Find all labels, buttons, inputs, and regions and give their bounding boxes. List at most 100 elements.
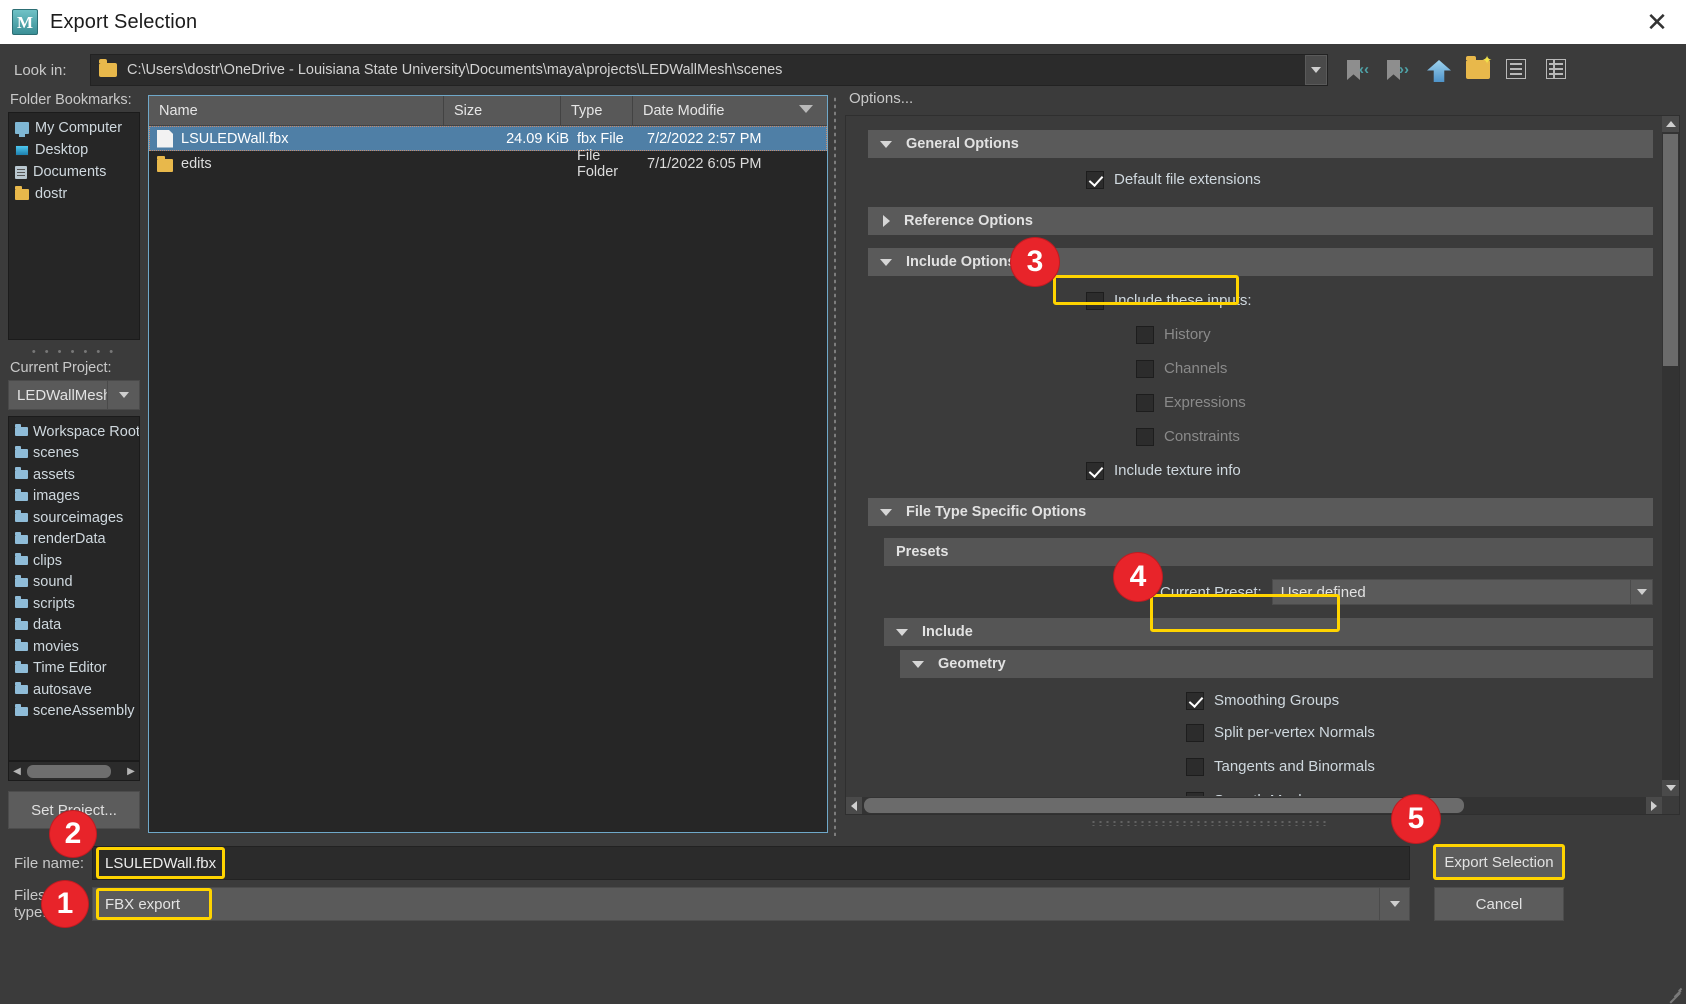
checkbox-tangents-and-binormals[interactable]: Tangents and Binormals — [1186, 754, 1661, 779]
bookmark-dostr[interactable]: dostr — [9, 183, 139, 205]
scroll-right-icon[interactable]: ▶ — [123, 766, 139, 777]
folder-bookmarks-list[interactable]: My Computer Desktop Documents dostr — [8, 112, 140, 340]
project-folder-item[interactable]: autosave — [9, 679, 139, 701]
horizontal-splitter-handle[interactable] — [1090, 820, 1330, 826]
checkbox-icon[interactable] — [1086, 170, 1104, 189]
project-folder-item[interactable]: data — [9, 615, 139, 637]
checkbox-icon[interactable] — [1186, 757, 1204, 776]
group-include-options[interactable]: Include Options — [868, 248, 1653, 276]
project-folder-item[interactable]: sceneAssembly — [9, 701, 139, 723]
bookmark-back-icon[interactable]: ‹‹ — [1346, 57, 1372, 83]
project-folder-item[interactable]: sourceimages — [9, 507, 139, 529]
project-folder-item[interactable]: scenes — [9, 443, 139, 465]
table-row[interactable]: edits File Folder 7/1/2022 6:05 PM — [149, 148, 827, 180]
splitter-handle[interactable]: • • • • • • • — [0, 346, 148, 358]
checkbox-history[interactable]: History — [1136, 322, 1661, 347]
column-header-size[interactable]: Size — [444, 96, 561, 125]
column-header-date-label: Date Modifie — [643, 102, 725, 119]
file-type-cell: fbx File — [577, 130, 624, 147]
step-badge-2: 2 — [50, 811, 96, 857]
group-reference-options[interactable]: Reference Options — [868, 207, 1653, 235]
path-field[interactable]: C:\Users\dostr\OneDrive - Louisiana Stat… — [90, 54, 1328, 86]
options-vertical-scrollbar[interactable] — [1662, 116, 1679, 796]
group-general-options[interactable]: General Options — [868, 130, 1653, 158]
checkbox-constraints[interactable]: Constraints — [1136, 424, 1661, 449]
checkbox-icon[interactable] — [1186, 691, 1204, 710]
column-header-date-modified[interactable]: Date Modifie — [633, 96, 827, 125]
checkbox-icon[interactable] — [1086, 291, 1104, 310]
checkbox-smooth-mesh[interactable]: Smooth Mesh — [1186, 788, 1661, 796]
export-selection-button[interactable]: Export Selection — [1434, 845, 1564, 879]
chevron-down-icon[interactable] — [107, 381, 139, 409]
current-project-combobox[interactable]: LEDWallMesh — [8, 380, 140, 410]
file-name-cell: LSULEDWall.fbx — [181, 130, 289, 147]
scroll-down-icon[interactable] — [1662, 780, 1679, 796]
group-presets[interactable]: Presets — [884, 538, 1653, 566]
folder-icon — [15, 445, 28, 458]
scroll-right-icon[interactable] — [1646, 797, 1662, 814]
scroll-left-icon[interactable] — [846, 797, 862, 814]
cancel-button[interactable]: Cancel — [1434, 887, 1564, 921]
bookmark-my-computer[interactable]: My Computer — [9, 117, 139, 139]
group-geometry[interactable]: Geometry — [900, 650, 1653, 678]
checkbox-default-file-extensions[interactable]: Default file extensions — [1086, 167, 1661, 192]
export-selection-dialog: M Export Selection ✕ Look in: C:\Users\d… — [0, 0, 1686, 1004]
project-list-hscrollbar[interactable]: ◀ ▶ — [8, 761, 140, 781]
list-view-icon[interactable] — [1506, 57, 1532, 83]
chevron-down-icon[interactable] — [1379, 888, 1409, 920]
resize-grip[interactable] — [1666, 985, 1682, 1003]
bookmark-forward-icon[interactable]: ›› — [1386, 57, 1412, 83]
panel-splitter[interactable] — [833, 96, 837, 836]
project-folder-item[interactable]: movies — [9, 636, 139, 658]
group-include[interactable]: Include — [884, 618, 1653, 646]
checkbox-icon[interactable] — [1136, 359, 1154, 378]
project-folder-item[interactable]: renderData — [9, 529, 139, 551]
project-folders-list[interactable]: Workspace Root scenes assets images sour… — [8, 416, 140, 761]
checkbox-icon[interactable] — [1136, 325, 1154, 344]
bookmark-documents[interactable]: Documents — [9, 161, 139, 183]
create-new-folder-icon[interactable] — [1466, 53, 1492, 83]
project-folder-item[interactable]: sound — [9, 572, 139, 594]
folder-icon — [99, 59, 117, 77]
checkbox-split-per-vertex-normals[interactable]: Split per-vertex Normals — [1186, 720, 1661, 745]
current-preset-field[interactable]: User defined — [1271, 579, 1653, 605]
up-one-level-icon[interactable] — [1426, 57, 1452, 83]
project-folder-item[interactable]: clips — [9, 550, 139, 572]
checkbox-icon[interactable] — [1136, 393, 1154, 412]
documents-icon — [15, 165, 27, 179]
computer-icon — [15, 122, 29, 137]
chevron-down-icon[interactable] — [1630, 580, 1652, 604]
project-folder-item[interactable]: Workspace Root — [9, 421, 139, 443]
checkbox-icon[interactable] — [1186, 791, 1204, 796]
file-name-field[interactable]: LSULEDWall.fbx — [92, 846, 1410, 880]
checkbox-smoothing-groups[interactable]: Smoothing Groups — [1186, 688, 1661, 713]
detail-view-icon[interactable] — [1546, 57, 1572, 83]
bookmark-desktop[interactable]: Desktop — [9, 139, 139, 161]
scroll-up-icon[interactable] — [1662, 116, 1679, 132]
folder-icon — [15, 617, 28, 630]
checkbox-icon[interactable] — [1086, 461, 1104, 480]
scrollbar-thumb[interactable] — [864, 798, 1464, 813]
checkbox-channels[interactable]: Channels — [1136, 356, 1661, 381]
folder-icon — [15, 703, 28, 716]
scrollbar-thumb[interactable] — [27, 764, 111, 778]
column-header-name[interactable]: Name — [149, 96, 444, 125]
scrollbar-thumb[interactable] — [1663, 134, 1678, 366]
checkbox-include-these-inputs[interactable]: Include these inputs: — [1086, 288, 1661, 313]
project-folder-item[interactable]: scripts — [9, 593, 139, 615]
project-folder-item[interactable]: images — [9, 486, 139, 508]
project-folder-item[interactable]: assets — [9, 464, 139, 486]
group-file-type-specific-options[interactable]: File Type Specific Options — [868, 498, 1653, 526]
project-folder-item[interactable]: Time Editor — [9, 658, 139, 680]
close-icon[interactable]: ✕ — [1640, 6, 1674, 38]
checkbox-icon[interactable] — [1136, 427, 1154, 446]
column-header-type[interactable]: Type — [561, 96, 633, 125]
checkbox-expressions[interactable]: Expressions — [1136, 390, 1661, 415]
files-of-type-field[interactable]: FBX export — [92, 887, 1410, 921]
table-row[interactable]: LSULEDWall.fbx 24.09 KiB fbx File 7/2/20… — [149, 126, 827, 151]
options-horizontal-scrollbar[interactable] — [846, 797, 1662, 814]
checkbox-include-texture-info[interactable]: Include texture info — [1086, 458, 1661, 483]
path-dropdown-button[interactable] — [1305, 55, 1327, 85]
checkbox-icon[interactable] — [1186, 723, 1204, 742]
scroll-left-icon[interactable]: ◀ — [9, 766, 25, 777]
